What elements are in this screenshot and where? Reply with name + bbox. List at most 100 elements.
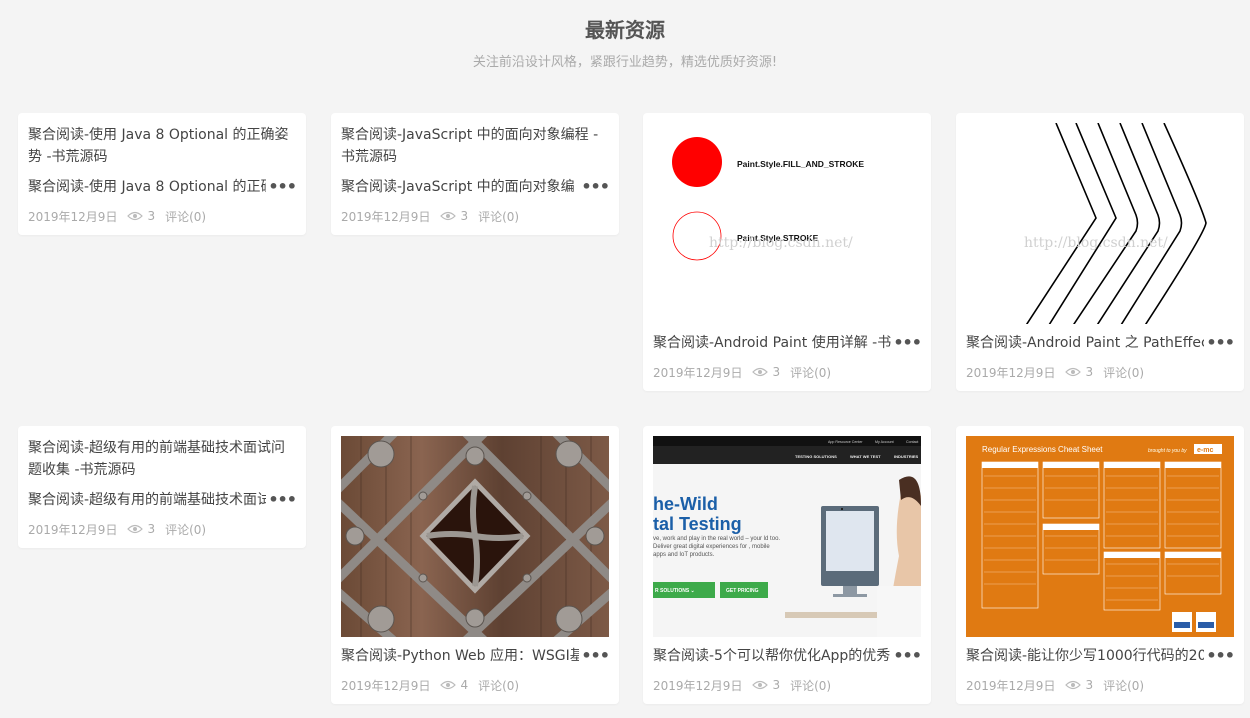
section-title: 最新资源 bbox=[585, 18, 665, 42]
image-body-text: ve, work and play in the real world – yo… bbox=[653, 536, 781, 558]
more-ellipsis-icon: ••• bbox=[266, 489, 296, 511]
more-ellipsis-icon: ••• bbox=[891, 645, 921, 667]
image-byline: brought to you by bbox=[1148, 448, 1187, 454]
resource-card[interactable]: Paint.Style.FILL_AND_STROKE Paint.Style.… bbox=[643, 113, 931, 391]
card-views: 3 bbox=[772, 365, 781, 379]
filled-circle bbox=[672, 137, 722, 187]
card-description-text: 聚合阅读-超级有用的前端基础技术面试 bbox=[28, 492, 272, 508]
card-comments[interactable]: 评论(0) bbox=[790, 677, 831, 694]
card-meta: 2019年12月9日 3 评论(0) bbox=[341, 207, 609, 225]
card-title-text[interactable]: 聚合阅读-5个可以帮你优化App的优秀 bbox=[653, 648, 890, 664]
card-title[interactable]: 聚合阅读-5个可以帮你优化App的优秀 ••• bbox=[653, 645, 921, 667]
card-description-text: 聚合阅读-JavaScript 中的面向对象编 bbox=[341, 179, 575, 195]
card-description: 聚合阅读-JavaScript 中的面向对象编 ••• bbox=[341, 176, 609, 198]
image-headline: tal Testing bbox=[653, 514, 742, 534]
card-views: 3 bbox=[1085, 365, 1094, 379]
card-title[interactable]: 聚合阅读-JavaScript 中的面向对象编程 -书荒源码 bbox=[341, 123, 609, 168]
card-title-text[interactable]: 聚合阅读-能让你少写1000行代码的20 bbox=[966, 648, 1207, 664]
image-nav-text: App Resource Center bbox=[828, 440, 863, 444]
card-date: 2019年12月9日 bbox=[28, 209, 118, 224]
card-meta: 2019年12月9日 3 评论(0) bbox=[653, 363, 921, 381]
card-views: 3 bbox=[147, 522, 156, 536]
resource-card[interactable]: Regular Expressions Cheat Sheet brought … bbox=[956, 426, 1244, 704]
image-watermark: http://blog.csdn.net/ bbox=[1024, 235, 1168, 251]
card-views: 3 bbox=[460, 209, 469, 223]
card-title[interactable]: 聚合阅读-Python Web 应用：WSGI基 ••• bbox=[341, 645, 609, 667]
card-title[interactable]: 聚合阅读-超级有用的前端基础技术面试问题收集 -书荒源码 bbox=[28, 436, 296, 481]
card-title[interactable]: 聚合阅读-Android Paint 使用详解 -书 ••• bbox=[653, 332, 921, 354]
image-headline: he-Wild bbox=[653, 494, 718, 514]
card-meta: 2019年12月9日 3 评论(0) bbox=[966, 676, 1234, 694]
card-date: 2019年12月9日 bbox=[653, 678, 743, 693]
card-title[interactable]: 聚合阅读-能让你少写1000行代码的20 ••• bbox=[966, 645, 1234, 667]
resource-card[interactable]: 聚合阅读-使用 Java 8 Optional 的正确姿势 -书荒源码 聚合阅读… bbox=[18, 113, 306, 235]
image-button-text: R SOLUTIONS ⌄ bbox=[655, 588, 695, 594]
image-nav-text: My Account bbox=[875, 440, 894, 444]
card-views: 4 bbox=[460, 678, 469, 692]
image-brand-logo: e-mc bbox=[1197, 447, 1213, 454]
card-comments[interactable]: 评论(0) bbox=[478, 208, 519, 225]
more-ellipsis-icon: ••• bbox=[1204, 645, 1234, 667]
card-title-text[interactable]: 聚合阅读-Android Paint 之 PathEffec bbox=[966, 335, 1209, 351]
card-date: 2019年12月9日 bbox=[966, 678, 1056, 693]
card-date: 2019年12月9日 bbox=[28, 522, 118, 537]
resource-card[interactable]: 聚合阅读-超级有用的前端基础技术面试问题收集 -书荒源码 聚合阅读-超级有用的前… bbox=[18, 426, 306, 548]
card-comments[interactable]: 评论(0) bbox=[1103, 677, 1144, 694]
more-ellipsis-icon: ••• bbox=[266, 176, 296, 198]
card-date: 2019年12月9日 bbox=[341, 678, 431, 693]
eye-icon bbox=[440, 211, 457, 221]
card-title-text[interactable]: 聚合阅读-Python Web 应用：WSGI基 bbox=[341, 648, 584, 664]
card-thumbnail[interactable]: Paint.Style.FILL_AND_STROKE Paint.Style.… bbox=[653, 123, 921, 324]
image-nav-text: TESTING SOLUTIONS bbox=[795, 454, 837, 459]
card-title[interactable]: 聚合阅读-使用 Java 8 Optional 的正确姿势 -书荒源码 bbox=[28, 123, 296, 168]
more-ellipsis-icon: ••• bbox=[1204, 332, 1234, 354]
eye-icon bbox=[752, 680, 769, 690]
card-meta: 2019年12月9日 3 评论(0) bbox=[653, 676, 921, 694]
card-thumbnail[interactable] bbox=[341, 436, 609, 637]
card-date: 2019年12月9日 bbox=[341, 209, 431, 224]
card-description-text: 聚合阅读-使用 Java 8 Optional 的正确 bbox=[28, 179, 275, 195]
section-subtitle: 关注前沿设计风格，紧跟行业趋势，精选优质好资源! bbox=[472, 55, 778, 70]
card-meta: 2019年12月9日 3 评论(0) bbox=[28, 520, 296, 538]
card-comments[interactable]: 评论(0) bbox=[165, 208, 206, 225]
card-views: 3 bbox=[147, 209, 156, 223]
card-title-text[interactable]: 聚合阅读-Android Paint 使用详解 -书 bbox=[653, 335, 891, 351]
more-ellipsis-icon: ••• bbox=[579, 176, 609, 198]
image-nav-text: Contact bbox=[906, 440, 918, 444]
card-description: 聚合阅读-超级有用的前端基础技术面试 ••• bbox=[28, 489, 296, 511]
card-meta: 2019年12月9日 3 评论(0) bbox=[966, 363, 1234, 381]
more-ellipsis-icon: ••• bbox=[891, 332, 921, 354]
card-date: 2019年12月9日 bbox=[653, 365, 743, 380]
image-cheatsheet-title: Regular Expressions Cheat Sheet bbox=[982, 445, 1103, 454]
image-nav-text: INDUSTRIES bbox=[894, 454, 919, 459]
image-label-fill-stroke: Paint.Style.FILL_AND_STROKE bbox=[737, 159, 864, 169]
resource-card[interactable]: http://blog.csdn.net/ 聚合阅读-Android Paint… bbox=[956, 113, 1244, 391]
eye-icon bbox=[1065, 680, 1082, 690]
card-comments[interactable]: 评论(0) bbox=[790, 364, 831, 381]
eye-icon bbox=[127, 524, 144, 534]
card-description: 聚合阅读-使用 Java 8 Optional 的正确 ••• bbox=[28, 176, 296, 198]
card-comments[interactable]: 评论(0) bbox=[165, 521, 206, 538]
card-thumbnail[interactable]: http://blog.csdn.net/ bbox=[966, 123, 1234, 324]
resource-card[interactable]: 聚合阅读-JavaScript 中的面向对象编程 -书荒源码 聚合阅读-Java… bbox=[331, 113, 619, 235]
card-thumbnail[interactable]: App Resource Center My Account Contact T… bbox=[653, 436, 921, 637]
card-title[interactable]: 聚合阅读-Android Paint 之 PathEffec ••• bbox=[966, 332, 1234, 354]
eye-icon bbox=[1065, 367, 1082, 377]
eye-icon bbox=[752, 367, 769, 377]
resource-card[interactable]: 聚合阅读-Python Web 应用：WSGI基 ••• 2019年12月9日 4… bbox=[331, 426, 619, 704]
card-views: 3 bbox=[1085, 678, 1094, 692]
image-nav-text: WHAT WE TEST bbox=[850, 454, 881, 459]
card-comments[interactable]: 评论(0) bbox=[1103, 364, 1144, 381]
more-ellipsis-icon: ••• bbox=[579, 645, 609, 667]
resource-card[interactable]: App Resource Center My Account Contact T… bbox=[643, 426, 931, 704]
image-watermark: http://blog.csdn.net/ bbox=[709, 235, 853, 251]
eye-icon bbox=[440, 680, 457, 690]
card-comments[interactable]: 评论(0) bbox=[478, 677, 519, 694]
card-views: 3 bbox=[772, 678, 781, 692]
eye-icon bbox=[127, 211, 144, 221]
image-button-text: GET PRICING bbox=[726, 588, 759, 594]
card-date: 2019年12月9日 bbox=[966, 365, 1056, 380]
card-thumbnail[interactable]: Regular Expressions Cheat Sheet brought … bbox=[966, 436, 1234, 637]
card-meta: 2019年12月9日 3 评论(0) bbox=[28, 207, 296, 225]
card-meta: 2019年12月9日 4 评论(0) bbox=[341, 676, 609, 694]
